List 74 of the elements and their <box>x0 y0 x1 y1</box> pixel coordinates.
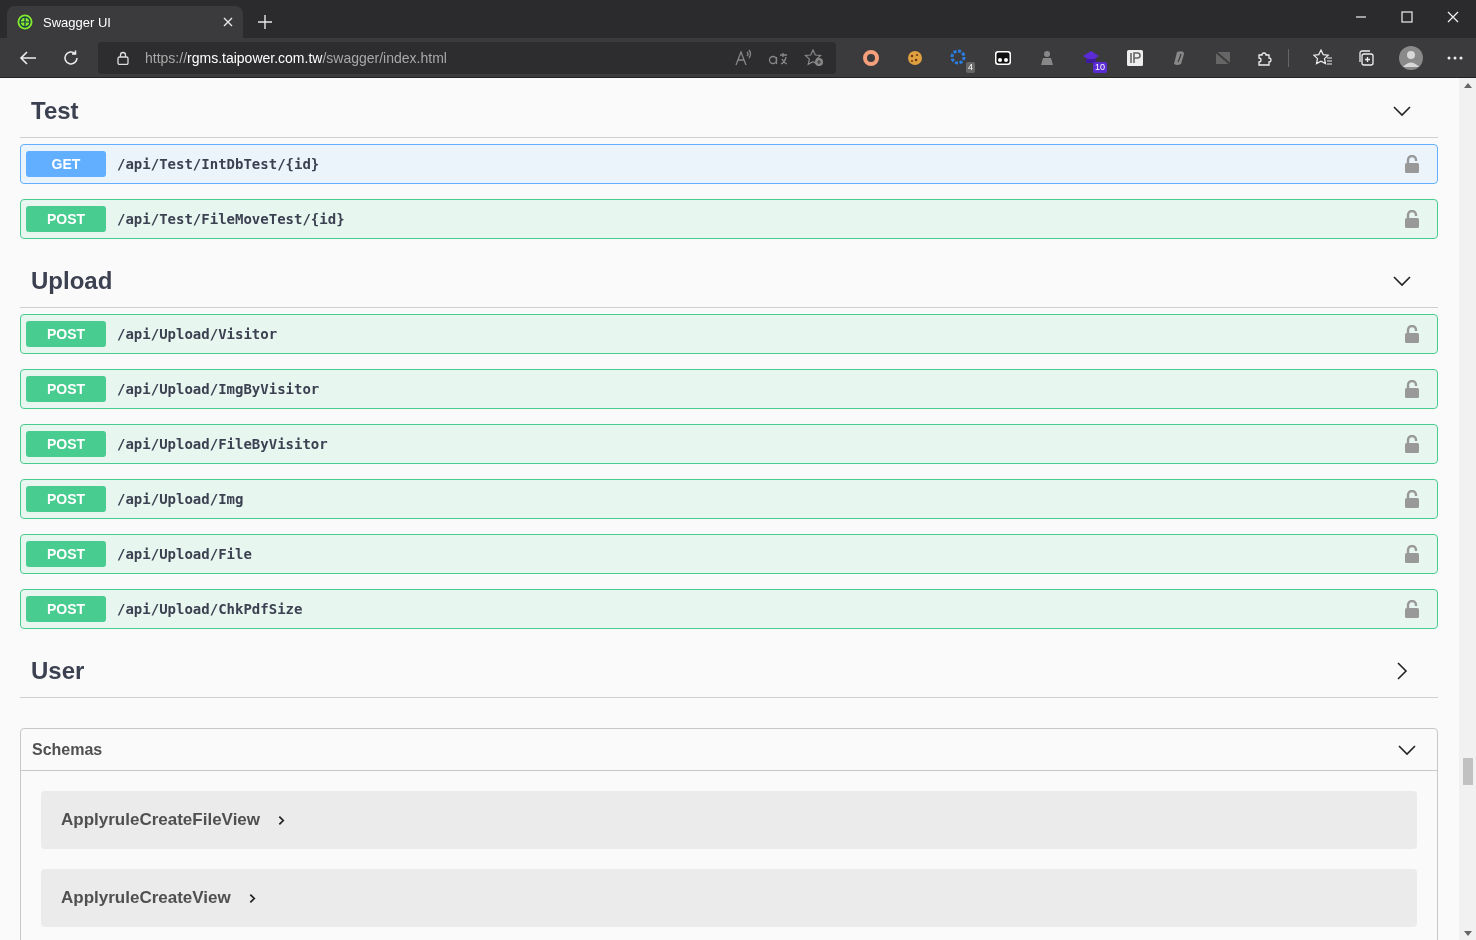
unlocked-icon[interactable] <box>1405 545 1419 563</box>
chevron-right-icon <box>248 892 256 904</box>
operation-row[interactable]: POST /api/Upload/Img <box>20 479 1438 519</box>
address-bar[interactable]: https://rgms.taipower.com.tw/swagger/index.html <box>98 41 836 74</box>
scroll-down-icon[interactable] <box>1463 931 1472 936</box>
scroll-up-icon[interactable] <box>1463 83 1472 88</box>
unlocked-icon[interactable] <box>1405 600 1419 618</box>
unlocked-icon[interactable] <box>1405 325 1419 343</box>
more-icon[interactable] <box>1447 55 1463 60</box>
operation-path: /api/Upload/File <box>117 546 253 562</box>
chevron-right-icon <box>278 814 286 826</box>
operation-row[interactable]: POST /api/Upload/ChkPdfSize <box>20 589 1438 629</box>
schemas-header[interactable]: Schemas <box>21 729 1437 771</box>
operation-path: /api/Upload/ImgByVisitor <box>117 381 321 397</box>
close-icon[interactable] <box>1447 11 1459 23</box>
unlocked-icon[interactable] <box>1405 380 1419 398</box>
operation-path: /api/Upload/ChkPdfSize <box>117 601 304 617</box>
schema-model[interactable]: ApplyruleCreateFileView <box>41 791 1417 849</box>
unlocked-icon[interactable] <box>1405 435 1419 453</box>
star-add-icon[interactable] <box>804 48 824 67</box>
unlocked-icon[interactable] <box>1405 490 1419 508</box>
schema-model[interactable]: ApplyruleCreateView <box>41 869 1417 927</box>
tab-title: Swagger UI <box>43 14 112 30</box>
cookie-extension-icon[interactable] <box>906 48 924 67</box>
figure-extension-icon[interactable] <box>1038 48 1056 67</box>
operation-path: /api/Test/IntDbTest/{id} <box>117 156 321 172</box>
ip-extension-icon[interactable] <box>1126 48 1144 67</box>
operation-path: /api/Upload/Visitor <box>117 326 279 342</box>
operation-row[interactable]: POST /api/Upload/File <box>20 534 1438 574</box>
scrollbar[interactable] <box>1459 78 1476 940</box>
url-text: https://rgms.taipower.com.tw/swagger/index.html <box>145 49 447 66</box>
scrollbar-thumb[interactable] <box>1462 758 1473 785</box>
method-label: POST <box>26 321 106 347</box>
extension-badge: 4 <box>966 61 975 73</box>
refresh-icon[interactable] <box>62 48 80 67</box>
lock-icon <box>117 50 129 65</box>
method-label: POST <box>26 596 106 622</box>
favorites-icon[interactable] <box>1313 48 1333 67</box>
method-label: POST <box>26 431 106 457</box>
section-title: Upload <box>31 266 113 295</box>
section-header[interactable]: Upload <box>20 254 1438 308</box>
schemas-title: Schemas <box>32 740 103 759</box>
maximize-icon[interactable] <box>1401 11 1413 23</box>
section-header[interactable]: User <box>20 644 1438 698</box>
collections-icon[interactable] <box>1357 48 1375 67</box>
method-label: POST <box>26 376 106 402</box>
browser-tab[interactable]: Swagger UI <box>7 6 243 38</box>
close-icon[interactable] <box>223 17 233 27</box>
globe-icon <box>17 14 33 30</box>
model-name: ApplyruleCreateFileView <box>61 810 261 830</box>
eyes-extension-icon[interactable] <box>994 48 1012 67</box>
section-title: Test <box>31 96 79 125</box>
operation-row[interactable]: POST /api/Test/FileMoveTest/{id} <box>20 199 1438 239</box>
unlocked-icon[interactable] <box>1405 155 1419 173</box>
method-label: GET <box>26 151 106 177</box>
read-aloud-icon[interactable] <box>734 48 752 67</box>
new-tab-icon[interactable] <box>258 15 272 29</box>
method-label: POST <box>26 541 106 567</box>
operation-row[interactable]: POST /api/Upload/FileByVisitor <box>20 424 1438 464</box>
unlocked-icon[interactable] <box>1405 210 1419 228</box>
section-header[interactable]: Test <box>20 84 1438 138</box>
extension-badge: 10 <box>1093 61 1107 73</box>
back-icon[interactable] <box>19 48 37 67</box>
operation-row[interactable]: POST /api/Upload/ImgByVisitor <box>20 369 1438 409</box>
section-title: User <box>31 656 85 685</box>
ring-extension-icon[interactable] <box>862 48 880 67</box>
operation-path: /api/Upload/Img <box>117 491 245 507</box>
operation-path: /api/Test/FileMoveTest/{id} <box>117 211 346 227</box>
operation-path: /api/Upload/FileByVisitor <box>117 436 329 452</box>
avatar-icon[interactable] <box>1399 45 1423 70</box>
model-name: ApplyruleCreateView <box>61 888 231 908</box>
operation-row[interactable]: POST /api/Upload/Visitor <box>20 314 1438 354</box>
method-label: POST <box>26 486 106 512</box>
method-label: POST <box>26 206 106 232</box>
